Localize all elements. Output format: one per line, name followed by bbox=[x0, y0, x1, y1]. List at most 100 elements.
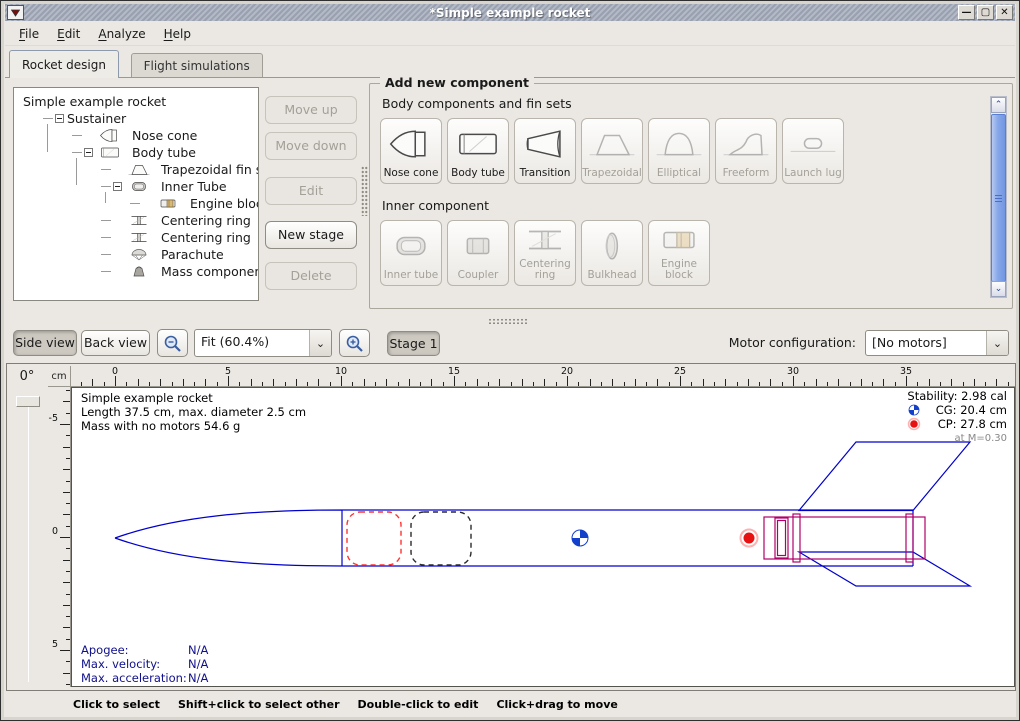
body-tube-shape[interactable] bbox=[342, 510, 913, 566]
cg-legend-icon bbox=[909, 405, 919, 415]
stage-1-toggle[interactable]: Stage 1 bbox=[387, 331, 440, 356]
tree-connector bbox=[101, 237, 111, 238]
tree-item-label: Simple example rocket bbox=[23, 94, 166, 109]
ruler-tick bbox=[330, 382, 331, 386]
ruler-tick bbox=[63, 447, 70, 448]
maximize-button[interactable]: ▢ bbox=[977, 5, 994, 20]
ruler-tick bbox=[567, 376, 568, 386]
menu-item-file[interactable]: File bbox=[11, 24, 47, 44]
ruler-tick bbox=[66, 503, 70, 504]
menu-item-edit[interactable]: Edit bbox=[49, 24, 88, 44]
nose-cone-shape[interactable] bbox=[115, 510, 342, 566]
engine-block-icon bbox=[155, 196, 181, 211]
ruler-tick bbox=[996, 379, 997, 386]
scrollbar-thumb[interactable] bbox=[991, 114, 1006, 282]
fin-elliptical-icon bbox=[655, 128, 703, 160]
menu-item-analyze[interactable]: Analyze bbox=[90, 24, 153, 44]
add-body-tube-button[interactable]: Body tube bbox=[447, 118, 509, 184]
close-button[interactable]: ✕ bbox=[996, 5, 1013, 20]
ruler-tick bbox=[115, 376, 116, 386]
tree-expander-icon[interactable] bbox=[84, 148, 93, 157]
parachute-outline[interactable] bbox=[347, 512, 401, 565]
fin-upper-shape[interactable] bbox=[799, 442, 970, 511]
add-transition-button[interactable]: Transition bbox=[514, 118, 576, 184]
window-menu-icon[interactable] bbox=[7, 5, 24, 20]
minimize-button[interactable]: — bbox=[958, 5, 975, 20]
tree-expander-icon[interactable] bbox=[55, 114, 64, 123]
back-view-button[interactable]: Back view bbox=[81, 330, 150, 356]
hint-click: Click to select bbox=[73, 698, 160, 711]
tree-item-label: Inner Tube bbox=[161, 179, 227, 194]
vertical-splitter[interactable] bbox=[361, 166, 368, 216]
ruler-tick bbox=[66, 526, 70, 527]
ruler-tick bbox=[92, 379, 93, 386]
centering-ring-icon bbox=[126, 213, 152, 228]
add-nose-cone-button[interactable]: Nose cone bbox=[380, 118, 442, 184]
tree-item-nose-cone[interactable]: Nose cone bbox=[72, 127, 197, 144]
nose-cone-icon bbox=[97, 128, 123, 143]
component-scrollbar[interactable]: ⌃ ⌄ bbox=[990, 96, 1007, 298]
ruler-tick bbox=[160, 379, 161, 386]
mass-component-outline[interactable] bbox=[411, 512, 471, 565]
coupler-icon bbox=[454, 230, 502, 262]
ruler-tick bbox=[251, 379, 252, 386]
tree-connector bbox=[101, 271, 111, 272]
tab-rocket-design[interactable]: Rocket design bbox=[9, 50, 119, 78]
ruler-label: 5 bbox=[48, 639, 58, 650]
tree-item-centering-ring[interactable]: Centering ring bbox=[101, 212, 251, 229]
tree-item-engine-block[interactable]: Engine block bbox=[130, 195, 259, 212]
rotation-slider-track[interactable] bbox=[28, 400, 29, 682]
rotation-slider-handle[interactable] bbox=[16, 396, 40, 407]
tab-flight-simulations[interactable]: Flight simulations bbox=[131, 53, 263, 78]
component-tree[interactable]: Simple example rocketSustainerNose coneB… bbox=[13, 87, 259, 301]
zoom-select[interactable]: Fit (60.4%) ⌄ bbox=[194, 329, 332, 357]
horizontal-splitter[interactable] bbox=[488, 318, 528, 324]
ruler-tick bbox=[66, 616, 70, 617]
tree-item-trapezoidal-fin-set[interactable]: Trapezoidal fin set bbox=[101, 161, 259, 178]
tree-item-sustainer[interactable]: Sustainer bbox=[43, 110, 126, 127]
new-stage-button[interactable]: New stage bbox=[265, 221, 357, 249]
chevron-down-icon[interactable]: ⌄ bbox=[986, 331, 1008, 355]
inner-tube-assembly[interactable] bbox=[764, 514, 925, 562]
tree-item-centering-ring[interactable]: Centering ring bbox=[101, 229, 251, 246]
rocket-diagram-area: 0° cm 05101520253035 -505 bbox=[6, 363, 1016, 691]
rocket-canvas[interactable]: Simple example rocket Length 37.5 cm, ma… bbox=[71, 387, 1015, 687]
ruler-tick bbox=[714, 382, 715, 386]
scroll-up-icon[interactable]: ⌃ bbox=[991, 97, 1006, 113]
title-bar[interactable]: *Simple example rocket — ▢ ✕ bbox=[5, 4, 1015, 21]
chevron-down-icon[interactable]: ⌄ bbox=[309, 330, 331, 356]
tree-item-simple-example-rocket[interactable]: Simple example rocket bbox=[20, 93, 166, 110]
ruler-tick bbox=[66, 639, 70, 640]
svg-text:CP: 27.8 cm: CP: 27.8 cm bbox=[938, 417, 1007, 431]
hint-drag: Click+drag to move bbox=[496, 698, 617, 711]
ruler-label: 30 bbox=[778, 366, 808, 377]
motor-configuration-value: [No motors] bbox=[866, 331, 986, 355]
tree-expander-icon[interactable] bbox=[113, 182, 122, 191]
zoom-in-button[interactable] bbox=[339, 329, 370, 357]
body-tube-icon bbox=[97, 145, 123, 160]
scroll-down-icon[interactable]: ⌄ bbox=[991, 281, 1006, 297]
zoom-out-button[interactable] bbox=[157, 329, 188, 357]
tree-item-inner-tube[interactable]: Inner Tube bbox=[101, 178, 227, 195]
tree-item-parachute[interactable]: Parachute bbox=[101, 246, 224, 263]
menu-item-help[interactable]: Help bbox=[156, 24, 199, 44]
side-view-button[interactable]: Side view bbox=[13, 330, 77, 356]
tree-connector bbox=[72, 152, 82, 153]
transition-icon bbox=[521, 119, 569, 168]
cg-marker bbox=[572, 530, 588, 546]
nose-cone-icon bbox=[97, 128, 123, 143]
tree-item-mass-component[interactable]: Mass component bbox=[101, 263, 259, 280]
fin-lower-shape[interactable] bbox=[799, 552, 970, 586]
motor-configuration-select[interactable]: [No motors] ⌄ bbox=[865, 330, 1009, 356]
add-elliptical-button: Elliptical bbox=[648, 118, 710, 184]
inner-tube-icon bbox=[387, 221, 435, 270]
ruler-tick bbox=[409, 379, 410, 386]
tree-item-label: Parachute bbox=[161, 247, 224, 262]
ruler-tick bbox=[63, 582, 70, 583]
tree-connector bbox=[101, 220, 111, 221]
nose-cone-icon bbox=[387, 119, 435, 168]
tree-item-body-tube[interactable]: Body tube bbox=[72, 144, 196, 161]
ruler-tick bbox=[635, 379, 636, 386]
ruler-tick bbox=[895, 382, 896, 386]
fin-trapezoidal-icon bbox=[126, 162, 152, 177]
